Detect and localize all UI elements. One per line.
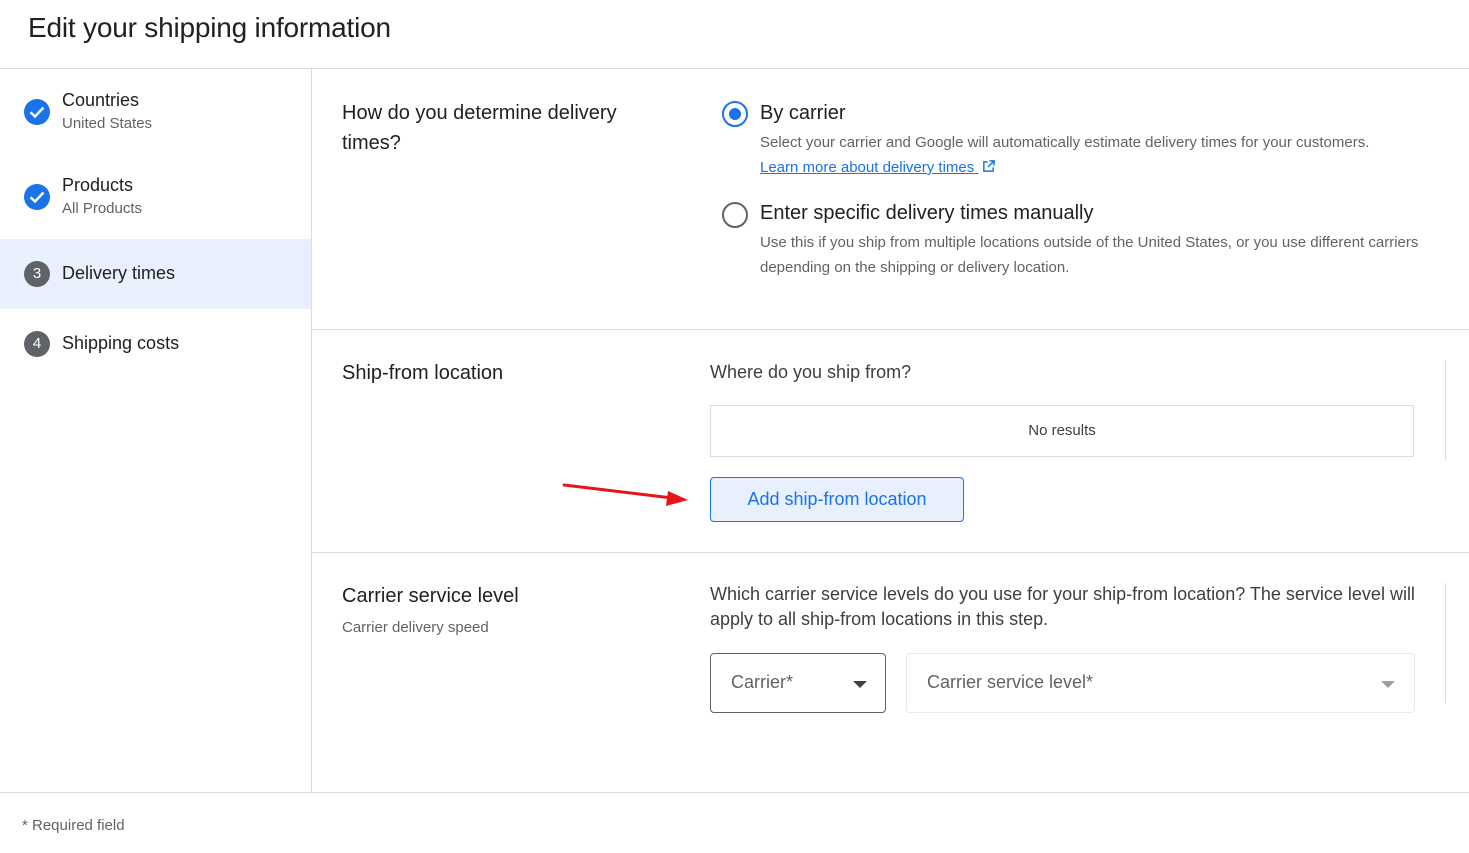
page-title: Edit your shipping information [28,12,391,43]
step-title: Shipping costs [62,333,180,353]
page-footer: * Required field [0,792,1469,853]
step-subtitle: All Products [62,200,143,217]
section-title: Ship-from location [342,362,504,384]
select-label: Carrier* [731,672,794,692]
select-label: Carrier service level* [927,672,1094,692]
dropdown-arrow-icon [853,681,867,688]
step-products[interactable]: Products All Products [0,154,311,224]
step-subtitle: United States [62,115,153,132]
option-label-manual: Enter specific delivery times manually [760,202,1094,224]
divider [1445,583,1446,703]
carrier-service-level-select[interactable]: Carrier service level* [906,653,1415,713]
ship-from-results-box: No results [710,405,1414,457]
step-number-badge: 3 [24,261,50,287]
step-delivery-times[interactable]: 3 Delivery times [0,239,311,309]
check-icon [24,184,50,210]
learn-more-link[interactable]: Learn more about delivery times [760,159,996,176]
option-description: Use this if you ship from multiple locat… [760,234,1419,276]
page-header: Edit your shipping information [0,0,1469,69]
dropdown-arrow-icon [1381,681,1395,688]
carrier-select[interactable]: Carrier* [710,653,886,713]
step-title: Delivery times [62,263,176,283]
radio-manual[interactable] [722,202,748,228]
external-link-icon [983,160,996,172]
section-title: Carrier service level [342,585,519,607]
step-countries[interactable]: Countries United States [0,69,311,139]
section-subtitle: Carrier delivery speed [342,619,489,636]
section-title: How do you determine delivery times? [342,102,617,154]
option-description: Select your carrier and Google will auto… [760,134,1370,151]
carrier-question: Which carrier service levels do you use … [710,584,1415,629]
add-ship-from-location-button[interactable]: Add ship-from location [710,477,964,522]
divider [1445,360,1446,460]
carrier-service-section: Carrier service level Carrier delivery s… [312,553,1469,792]
stepper-sidebar: Countries United States Products All Pro… [0,69,312,792]
main-content: How do you determine delivery times? By … [312,69,1469,792]
ship-from-section: Ship-from location Where do you ship fro… [312,330,1469,553]
no-results-text: No results [1028,422,1096,439]
link-text: Learn more about delivery times [760,159,975,176]
annotation-arrow-icon [562,483,688,506]
step-shipping-costs[interactable]: 4 Shipping costs [0,309,311,379]
required-field-note: * Required field [22,817,125,834]
ship-from-question: Where do you ship from? [710,362,912,382]
step-number-badge: 4 [24,331,50,357]
radio-by-carrier[interactable] [722,101,748,127]
step-title: Products [62,175,134,195]
delivery-method-section: How do you determine delivery times? By … [312,69,1469,330]
check-icon [24,99,50,125]
step-title: Countries [62,90,140,110]
option-label-by-carrier: By carrier [760,102,846,124]
